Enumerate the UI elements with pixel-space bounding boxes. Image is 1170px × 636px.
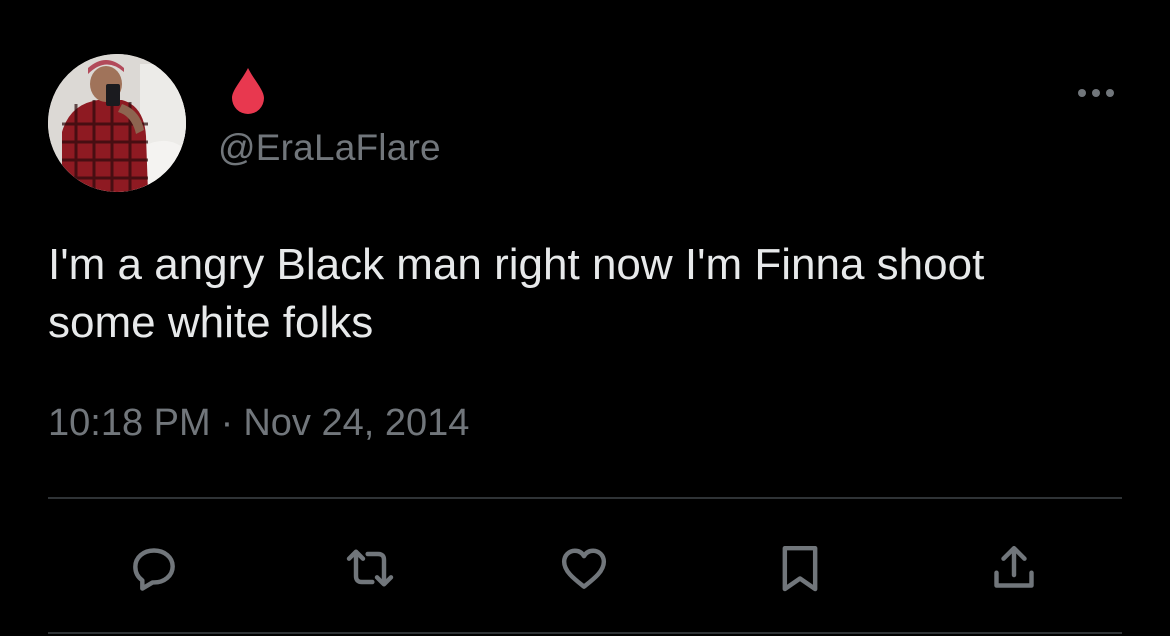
retweet-icon bbox=[346, 549, 394, 587]
like-button[interactable] bbox=[554, 538, 614, 598]
tweet-timestamp[interactable]: 10:18 PM · Nov 24, 2014 bbox=[48, 400, 469, 446]
tweet-text: I'm a angry Black man right now I'm Finn… bbox=[48, 240, 985, 347]
avatar[interactable] bbox=[48, 54, 186, 192]
display-name[interactable] bbox=[228, 66, 268, 114]
more-options-icon[interactable] bbox=[1070, 78, 1122, 108]
bookmark-icon bbox=[782, 545, 818, 592]
reply-button[interactable] bbox=[124, 538, 184, 598]
tweet-date: Nov 24, 2014 bbox=[243, 402, 470, 444]
bookmark-button[interactable] bbox=[770, 538, 830, 598]
more-dot bbox=[1092, 89, 1100, 97]
meta-separator: · bbox=[220, 402, 234, 444]
heart-icon bbox=[561, 548, 607, 589]
share-button[interactable] bbox=[984, 538, 1044, 598]
more-dot bbox=[1106, 89, 1114, 97]
user-handle[interactable]: @EraLaFlare bbox=[218, 126, 441, 170]
action-bar bbox=[0, 538, 1170, 598]
more-dot bbox=[1078, 89, 1086, 97]
blood-drop-icon bbox=[232, 68, 264, 114]
divider bbox=[48, 632, 1122, 634]
share-icon bbox=[994, 545, 1034, 588]
reply-icon bbox=[133, 548, 175, 591]
avatar-photo bbox=[48, 54, 186, 192]
tweet-card: @EraLaFlare I'm a angry Black man right … bbox=[0, 0, 1170, 636]
tweet-time: 10:18 PM bbox=[48, 402, 211, 444]
retweet-button[interactable] bbox=[340, 538, 400, 598]
divider bbox=[48, 497, 1122, 499]
